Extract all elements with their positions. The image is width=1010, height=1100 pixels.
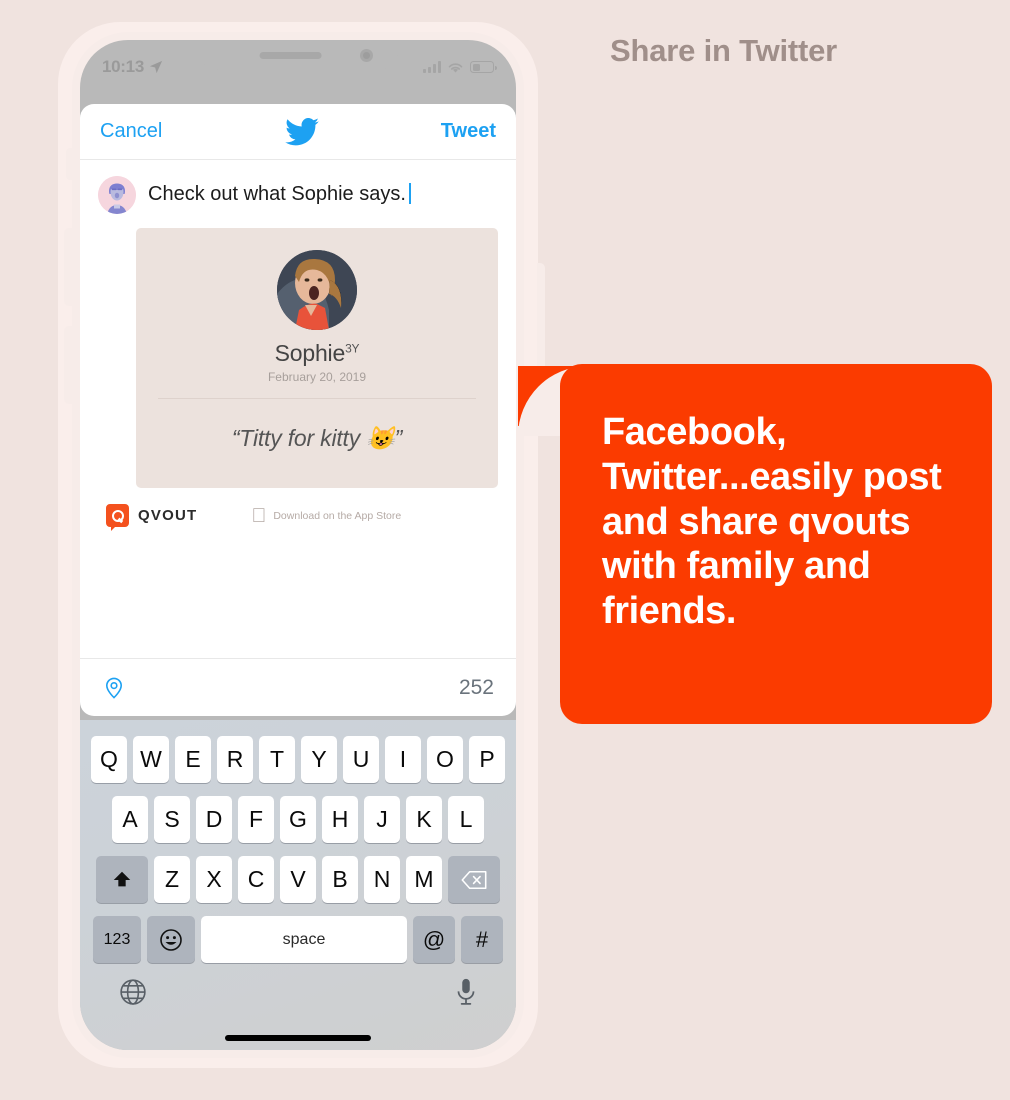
tweet-compose-sheet: Cancel Tweet Check out what Sophie says.…: [80, 104, 516, 716]
numbers-key[interactable]: 123: [93, 916, 141, 963]
location-arrow-icon: [149, 60, 163, 74]
status-bar-left: 10:13: [102, 57, 163, 77]
keyboard-row-3-letters: ZXCVBNM: [154, 856, 442, 903]
keyboard-row-3: ZXCVBNM: [80, 843, 516, 903]
status-time: 10:13: [102, 57, 144, 76]
key-g[interactable]: G: [280, 796, 316, 843]
backspace-key[interactable]: [448, 856, 500, 903]
screenshot-root: 10:13 Cancel Tweet Check out what Sophie…: [0, 0, 1010, 1100]
character-counter: 252: [458, 675, 494, 699]
key-k[interactable]: K: [406, 796, 442, 843]
earpiece-speaker: [259, 52, 322, 59]
key-j[interactable]: J: [364, 796, 400, 843]
tweet-button[interactable]: Tweet: [441, 120, 496, 143]
cellular-bars-icon: [423, 61, 441, 73]
child-photo-illustration: [277, 250, 357, 330]
shift-key[interactable]: [96, 856, 148, 903]
key-x[interactable]: X: [196, 856, 232, 903]
key-a[interactable]: A: [112, 796, 148, 843]
page-title: Share in Twitter: [610, 33, 838, 68]
microphone-icon[interactable]: [454, 977, 478, 1007]
quote-author-name: Sophie3Y: [150, 340, 484, 367]
key-w[interactable]: W: [133, 736, 169, 783]
keyboard-bottom-row: [80, 963, 516, 1007]
phone-notch: [198, 40, 398, 70]
user-avatar-illustration: [98, 176, 136, 214]
key-l[interactable]: L: [448, 796, 484, 843]
silent-switch-button[interactable]: [66, 148, 73, 180]
key-i[interactable]: I: [385, 736, 421, 783]
wifi-icon: [448, 62, 463, 73]
emoji-smiley-icon[interactable]: [147, 916, 195, 963]
front-camera: [360, 49, 373, 62]
key-e[interactable]: E: [175, 736, 211, 783]
child-photo: [277, 250, 357, 330]
space-key[interactable]: space: [201, 916, 407, 963]
shift-up-icon: [113, 871, 131, 886]
key-c[interactable]: C: [238, 856, 274, 903]
callout-box: Facebook, Twitter...easily post and shar…: [560, 364, 992, 724]
apple-icon: : [251, 506, 266, 526]
qvout-q-glyph: [111, 509, 124, 522]
home-indicator[interactable]: [225, 1035, 371, 1041]
appstore-badge[interactable]:  Download on the App Store: [251, 506, 401, 526]
cancel-button[interactable]: Cancel: [100, 120, 162, 143]
key-u[interactable]: U: [343, 736, 379, 783]
callout-text: Facebook, Twitter...easily post and shar…: [602, 411, 942, 633]
text-caret: [408, 183, 411, 204]
key-y[interactable]: Y: [301, 736, 337, 783]
twitter-bird-icon: [284, 117, 319, 145]
sheet-footer: 252: [80, 658, 516, 716]
key-s[interactable]: S: [154, 796, 190, 843]
quote-text: “Titty for kitty 😺”: [231, 425, 403, 451]
phone-screen: 10:13 Cancel Tweet Check out what Sophie…: [80, 40, 516, 1050]
qvout-logo-icon: [106, 504, 129, 531]
emoji-face-glyph: [160, 928, 182, 951]
key-b[interactable]: B: [322, 856, 358, 903]
author-age-badge: 3Y: [345, 341, 360, 356]
volume-down-button[interactable]: [64, 326, 73, 404]
at-key[interactable]: @: [413, 916, 455, 963]
appstore-label: Download on the App Store: [258, 509, 401, 522]
keyboard-row-4: 123 space @ #: [80, 903, 516, 963]
quote-date: February 20, 2019: [267, 370, 367, 384]
key-h[interactable]: H: [322, 796, 358, 843]
key-o[interactable]: O: [427, 736, 463, 783]
power-button[interactable]: [537, 263, 545, 375]
compose-text-wrapper[interactable]: Check out what Sophie says.: [148, 176, 411, 206]
on-screen-keyboard: QWERTYUIOP ASDFGHJKL ZXCVBNM 123 space @…: [80, 720, 516, 1050]
avatar: [98, 176, 136, 214]
qvout-wordmark: QVOUT: [138, 507, 198, 524]
key-d[interactable]: D: [196, 796, 232, 843]
key-v[interactable]: V: [280, 856, 316, 903]
key-n[interactable]: N: [364, 856, 400, 903]
keyboard-row-1: QWERTYUIOP: [80, 720, 516, 783]
sheet-header: Cancel Tweet: [80, 104, 516, 160]
qvout-brand: QVOUT: [106, 504, 198, 531]
key-t[interactable]: T: [259, 736, 295, 783]
location-pin-icon[interactable]: [102, 676, 126, 700]
key-z[interactable]: Z: [154, 856, 190, 903]
card-divider: [158, 398, 476, 399]
qvout-quote-card: Sophie3Y February 20, 2019 “Titty for ki…: [136, 228, 498, 488]
backspace-icon: [461, 870, 487, 889]
volume-up-button[interactable]: [64, 228, 73, 306]
key-r[interactable]: R: [217, 736, 253, 783]
status-bar-right: [423, 61, 497, 74]
author-name-text: Sophie: [274, 340, 346, 366]
key-p[interactable]: P: [469, 736, 505, 783]
battery-icon: [470, 61, 497, 73]
compose-area[interactable]: Check out what Sophie says.: [80, 160, 516, 214]
globe-icon[interactable]: [118, 977, 148, 1007]
key-m[interactable]: M: [406, 856, 442, 903]
brand-row: QVOUT  Download on the App Store: [80, 488, 516, 531]
keyboard-row-2: ASDFGHJKL: [80, 783, 516, 843]
key-q[interactable]: Q: [91, 736, 127, 783]
key-f[interactable]: F: [238, 796, 274, 843]
compose-text: Check out what Sophie says.: [148, 183, 406, 205]
hash-key[interactable]: #: [461, 916, 503, 963]
